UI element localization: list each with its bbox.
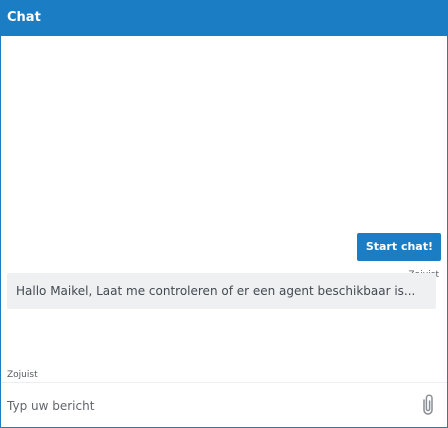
- message-list: Start chat! Zojuist Hallo Maikel, Laat m…: [1, 36, 447, 382]
- chat-window: Chat Start chat! Zojuist Hallo Maikel, L…: [0, 0, 448, 428]
- message-composer: [1, 382, 447, 427]
- paperclip-icon: [423, 394, 433, 415]
- incoming-message: Hallo Maikel, Laat me controleren of er …: [7, 273, 436, 309]
- incoming-message-time: Zojuist: [7, 370, 38, 380]
- attach-button[interactable]: [419, 393, 437, 417]
- chat-title: Chat: [7, 10, 41, 25]
- outgoing-message: Start chat!: [356, 233, 441, 261]
- message-input[interactable]: [7, 395, 397, 417]
- chat-header: Chat: [1, 1, 447, 36]
